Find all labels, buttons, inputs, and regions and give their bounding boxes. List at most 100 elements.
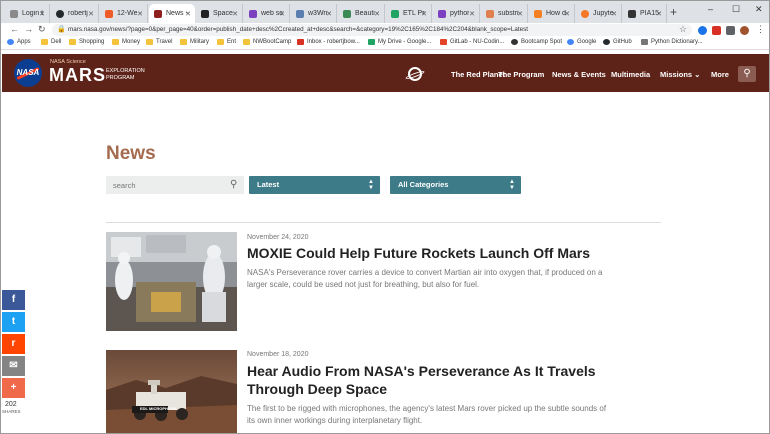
twitter-share-button[interactable]: t [2, 312, 25, 332]
avatar[interactable] [740, 26, 749, 35]
nav-more[interactable]: More [711, 70, 729, 79]
sort-select[interactable]: Latest ▲ ▼ [249, 176, 380, 194]
reload-icon[interactable]: ↻ [38, 24, 46, 35]
nasa-logo[interactable]: NASA [14, 59, 42, 87]
bookmark-star-icon[interactable]: ☆ [679, 24, 687, 35]
tab[interactable]: 12-We ✕ [100, 4, 148, 23]
tab[interactable]: PIA15 ✕ [623, 4, 667, 23]
plus-icon: + [10, 382, 17, 393]
article-summary: NASA's Perseverance rover carries a devi… [247, 268, 603, 289]
email-share-button[interactable]: ✉ [2, 356, 25, 376]
category-select[interactable]: All Categories ▲ ▼ [390, 176, 521, 194]
minimize-button[interactable]: – [708, 4, 713, 14]
bookmark-item[interactable]: Dell [41, 39, 61, 45]
article-title[interactable]: Hear Audio From NASA's Perseverance As I… [247, 362, 607, 398]
extension-icon[interactable] [698, 26, 707, 35]
search-input[interactable] [106, 176, 244, 194]
close-tab-icon[interactable]: ✕ [421, 10, 427, 18]
nav-multimedia[interactable]: Multimedia [611, 70, 650, 79]
bookmark-item[interactable]: Money [112, 39, 140, 45]
extension-icon[interactable] [712, 26, 721, 35]
url-text[interactable]: mars.nasa.gov/news/?page=0&per_page=40&o… [68, 26, 528, 33]
bookmark-item[interactable]: Python Dictionary... [641, 39, 703, 45]
tab-strip: Login t ✕ robertj ✕ 12-We ✕ News - ✕ Space ✕ … [1, 1, 769, 23]
search-icon[interactable]: ⚲ [738, 66, 756, 82]
close-tab-icon[interactable]: ✕ [326, 10, 332, 18]
bookmark-item[interactable]: Ent [217, 39, 236, 45]
nav-news-events[interactable]: News & Events [552, 70, 606, 79]
github-icon [603, 39, 610, 45]
bookmark-item[interactable]: Google [567, 39, 596, 45]
article-date: November 18, 2020 [247, 351, 309, 358]
article-title[interactable]: MOXIE Could Help Future Rockets Launch O… [247, 244, 627, 262]
tab-favicon-icon [105, 9, 113, 18]
close-tab-icon[interactable]: ✕ [185, 10, 191, 18]
close-tab-icon[interactable]: ✕ [39, 10, 45, 18]
close-tab-icon[interactable]: ✕ [232, 10, 238, 18]
reddit-share-button[interactable]: r [2, 334, 25, 354]
tab[interactable]: How d ✕ [529, 4, 575, 23]
bookmarks-bar: Apps Dell Shopping Money Travel Military… [1, 37, 769, 50]
close-tab-icon[interactable]: ✕ [564, 10, 570, 18]
brand-mars[interactable]: MARS [49, 65, 106, 86]
new-tab-button[interactable]: + [670, 5, 677, 19]
facebook-icon: f [11, 294, 16, 305]
tab[interactable]: w3Wri ✕ [291, 4, 337, 23]
address-bar[interactable]: 🔒 mars.nasa.gov/news/?page=0&per_page=40… [52, 24, 692, 36]
bookmark-item[interactable]: GitHub [603, 39, 632, 45]
tab-favicon-icon [391, 9, 399, 18]
browser-window: Login t ✕ robertj ✕ 12-We ✕ News - ✕ Space ✕ … [0, 0, 770, 434]
puzzle-icon[interactable] [726, 26, 735, 35]
tab-active[interactable]: News - ✕ [149, 4, 195, 23]
tab[interactable]: Login t ✕ [5, 4, 50, 23]
bookmark-item[interactable]: Travel [146, 39, 172, 45]
more-share-button[interactable]: + [2, 378, 25, 398]
tab[interactable]: robertj ✕ [51, 4, 99, 23]
bookmark-item[interactable]: NWBootCamp [243, 39, 291, 45]
close-tab-icon[interactable]: ✕ [374, 10, 380, 18]
close-tab-icon[interactable]: ✕ [469, 10, 475, 18]
close-tab-icon[interactable]: ✕ [88, 10, 94, 18]
tab-favicon-icon [534, 9, 542, 18]
bookmark-item[interactable]: Military [180, 39, 209, 45]
menu-dots-icon[interactable]: ⋮ [756, 24, 765, 35]
bookmark-item[interactable]: GitLab - NU-Codin... [440, 39, 504, 45]
globe-icon [511, 39, 518, 45]
tab[interactable]: Beauti ✕ [338, 4, 385, 23]
tab[interactable]: ETL Pr ✕ [386, 4, 432, 23]
select-arrows-icon: ▲ ▼ [368, 179, 374, 191]
bookmark-item[interactable]: Shopping [69, 39, 104, 45]
folder-icon [217, 39, 224, 45]
planet-icon[interactable] [404, 67, 426, 81]
tab-favicon-icon [628, 9, 636, 18]
bookmark-item[interactable]: Bootcamp Spot [511, 39, 562, 45]
drive-icon [368, 39, 375, 45]
bookmark-item[interactable]: My Drive - Google... [368, 39, 431, 45]
tab[interactable]: web sc ✕ [244, 4, 290, 23]
close-tab-icon[interactable]: ✕ [279, 10, 285, 18]
nav-missions[interactable]: Missions ⌄ [660, 70, 700, 79]
bookmark-item[interactable]: Inbox - robertjbow... [297, 39, 360, 45]
bookmark-item[interactable]: Apps [7, 39, 31, 45]
search-icon[interactable]: ⚲ [230, 179, 237, 190]
facebook-share-button[interactable]: f [2, 290, 25, 310]
tab[interactable]: substri ✕ [481, 4, 528, 23]
close-tab-icon[interactable]: ✕ [656, 10, 662, 18]
google-icon [567, 39, 574, 45]
back-arrow-icon[interactable]: ← [10, 24, 19, 34]
article-image[interactable]: EDL MICROPHONE [106, 350, 237, 433]
tab[interactable]: Jupyte ✕ [576, 4, 622, 23]
tab[interactable]: pythor ✕ [433, 4, 480, 23]
article-image[interactable] [106, 232, 237, 331]
close-window-button[interactable]: ✕ [755, 4, 763, 15]
close-tab-icon[interactable]: ✕ [611, 10, 617, 18]
tab-favicon-icon [438, 9, 446, 18]
close-tab-icon[interactable]: ✕ [137, 10, 143, 18]
close-tab-icon[interactable]: ✕ [517, 10, 523, 18]
maximize-button[interactable]: ☐ [732, 4, 740, 15]
rover-image [106, 350, 237, 433]
forward-arrow-icon[interactable]: → [24, 24, 33, 34]
site-header: NASA NASA Science MARS EXPLORATION PROGR… [2, 54, 769, 92]
tab[interactable]: Space ✕ [196, 4, 243, 23]
nav-program[interactable]: The Program [498, 70, 544, 79]
